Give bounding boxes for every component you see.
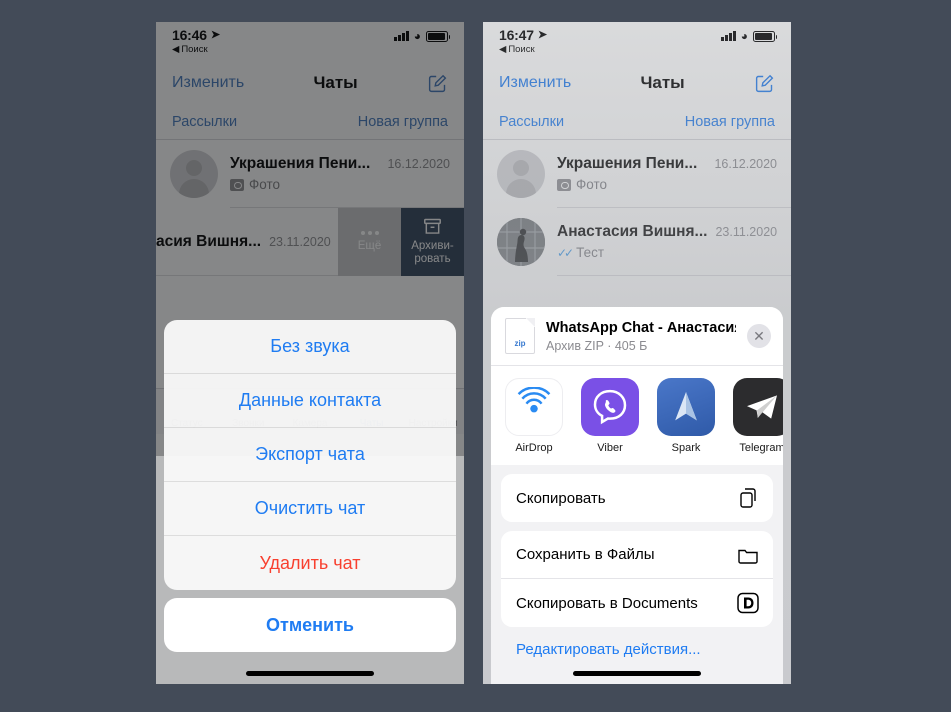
viber-icon (581, 378, 639, 436)
action-sheet-group: Без звука Данные контакта Экспорт чата О… (164, 320, 456, 590)
documents-app-icon (736, 591, 760, 615)
share-action-group-2: Сохранить в Файлы Скопировать в Document… (501, 531, 773, 627)
close-icon[interactable]: ✕ (747, 324, 771, 348)
action-copy-to-documents[interactable]: Скопировать в Documents (501, 579, 773, 627)
copy-icon (736, 486, 760, 510)
action-copy-label: Скопировать (516, 489, 606, 507)
share-file-meta: WhatsApp Chat - Анастасия B... Архив ZIP… (546, 320, 736, 353)
screenshot-stage: 16:46 ➤ ◀ Поиск ◕ Изменить Чаты Рассылки… (0, 0, 951, 712)
share-target-label: Spark (671, 442, 701, 454)
phone-right: 16:47 ➤ ◀ Поиск ◕ Изменить Чаты (483, 22, 791, 684)
action-clear-chat[interactable]: Очистить чат (164, 482, 456, 536)
share-target-label: AirDrop (515, 442, 553, 454)
action-copy[interactable]: Скопировать (501, 474, 773, 522)
phone-left: 16:46 ➤ ◀ Поиск ◕ Изменить Чаты Рассылки… (156, 22, 464, 684)
action-sheet: Без звука Данные контакта Экспорт чата О… (164, 320, 456, 652)
share-target-viber[interactable]: Viber (581, 378, 639, 454)
share-target-spark[interactable]: Spark (657, 378, 715, 454)
zip-file-icon: zip (505, 318, 535, 354)
home-indicator (246, 671, 374, 676)
airdrop-icon (505, 378, 563, 436)
share-sheet-header: zip WhatsApp Chat - Анастасия B... Архив… (491, 307, 783, 365)
action-contact-info[interactable]: Данные контакта (164, 374, 456, 428)
share-action-group-1: Скопировать (501, 474, 773, 522)
action-mute[interactable]: Без звука (164, 320, 456, 374)
share-file-title: WhatsApp Chat - Анастасия B... (546, 319, 736, 336)
action-cancel-button[interactable]: Отменить (164, 598, 456, 652)
share-target-telegram[interactable]: Telegram (733, 378, 783, 454)
action-export-chat[interactable]: Экспорт чата (164, 428, 456, 482)
share-app-row: AirDrop Viber Spark Telegram (491, 365, 783, 465)
spark-icon (657, 378, 715, 436)
share-target-label: Telegram (739, 442, 783, 454)
action-save-label: Сохранить в Файлы (516, 546, 655, 563)
share-target-label: Viber (597, 442, 623, 454)
folder-icon (736, 543, 760, 567)
share-sheet: zip WhatsApp Chat - Анастасия B... Архив… (491, 307, 783, 684)
action-save-to-files[interactable]: Сохранить в Файлы (501, 531, 773, 579)
share-target-airdrop[interactable]: AirDrop (505, 378, 563, 454)
action-copy-documents-label: Скопировать в Documents (516, 594, 698, 612)
action-delete-chat[interactable]: Удалить чат (164, 536, 456, 590)
telegram-icon (733, 378, 783, 436)
edit-actions-button[interactable]: Редактировать действия... (491, 627, 783, 662)
home-indicator (573, 671, 701, 676)
share-file-subtitle: Архив ZIP · 405 Б (546, 338, 648, 353)
